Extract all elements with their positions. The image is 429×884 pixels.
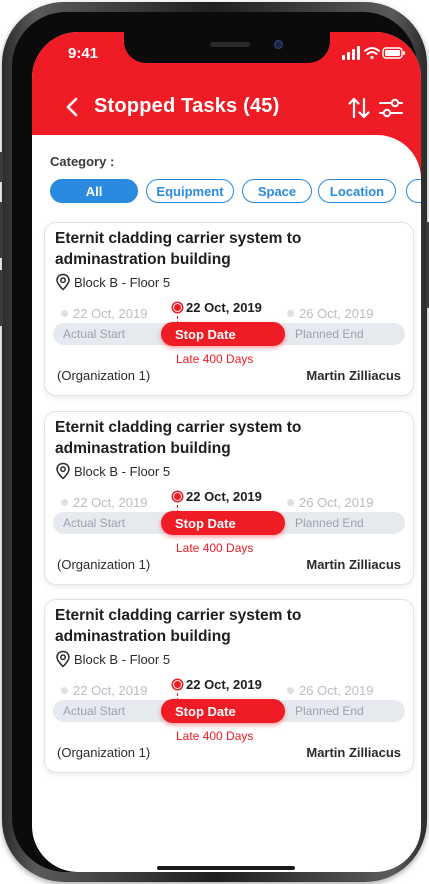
mute-switch xyxy=(0,152,3,182)
actual-start-date-text: 22 Oct, 2019 xyxy=(73,495,148,510)
task-card[interactable]: Eternit cladding carrier system to admin… xyxy=(44,222,414,396)
organization: (Organization 1) xyxy=(57,368,151,383)
page-title: Stopped Tasks (45) xyxy=(94,95,280,117)
actual-start-label: Actual Start xyxy=(63,704,126,718)
volume-up-button xyxy=(0,202,3,258)
map-pin-icon xyxy=(56,650,70,668)
task-card[interactable]: Eternit cladding carrier system to admin… xyxy=(44,599,414,773)
stop-date-text: 22 Oct, 2019 xyxy=(186,677,262,692)
late-days: Late 400 Days xyxy=(176,729,254,743)
actual-start-date-text: 22 Oct, 2019 xyxy=(73,683,148,698)
planned-end-date-text: 26 Oct, 2019 xyxy=(299,495,374,510)
stop-date-pill: Stop Date xyxy=(161,511,285,535)
planned-end-date: 26 Oct, 2019 xyxy=(287,495,373,510)
chevron-left-icon xyxy=(66,97,78,117)
task-title: Eternit cladding carrier system to admin… xyxy=(55,419,302,457)
actual-start-date: 22 Oct, 2019 xyxy=(61,683,147,698)
actual-start-date: 22 Oct, 2019 xyxy=(61,495,147,510)
front-camera xyxy=(274,40,283,49)
planned-end-date: 26 Oct, 2019 xyxy=(287,306,373,321)
category-label: Category : xyxy=(50,154,115,169)
volume-down-button xyxy=(0,270,3,326)
organization: (Organization 1) xyxy=(57,557,151,572)
battery-icon xyxy=(382,47,405,59)
status-icons xyxy=(342,45,406,61)
status-time: 9:41 xyxy=(68,45,99,62)
task-location: Block B - Floor 5 xyxy=(55,462,170,480)
timeline-dot xyxy=(287,310,294,317)
planned-end-label: Planned End xyxy=(295,327,364,341)
stop-date-text: 22 Oct, 2019 xyxy=(186,300,262,315)
planned-end-label: Planned End xyxy=(295,704,364,718)
map-pin-icon xyxy=(56,462,70,480)
stop-date: 22 Oct, 2019 xyxy=(173,677,262,692)
planned-end-label: Planned End xyxy=(295,516,364,530)
actual-start-date: 22 Oct, 2019 xyxy=(61,306,147,321)
stop-date-pill: Stop Date xyxy=(161,322,285,346)
assignee: Martin Zilliacus xyxy=(306,745,401,760)
back-button[interactable] xyxy=(60,92,84,122)
chip-more[interactable] xyxy=(406,179,421,203)
sort-button[interactable] xyxy=(347,95,371,121)
wifi-icon xyxy=(364,47,380,60)
chip-equipment[interactable]: Equipment xyxy=(146,179,234,203)
stop-date-pill: Stop Date xyxy=(161,699,285,723)
timeline-dot xyxy=(61,499,68,506)
sliders-icon xyxy=(379,98,403,118)
screen: 9:41 Stopped Tasks (45) Category: All E… xyxy=(32,32,421,872)
phone-frame: 9:41 Stopped Tasks (45) Category: All E… xyxy=(0,2,429,882)
timeline-dot xyxy=(61,687,68,694)
timeline-dot xyxy=(61,310,68,317)
task-card[interactable]: Eternit cladding carrier system to admin… xyxy=(44,411,414,585)
organization: (Organization 1) xyxy=(57,745,151,760)
category-chips: All Equipment Space Location xyxy=(50,179,421,205)
assignee: Martin Zilliacus xyxy=(306,557,401,572)
chip-all[interactable]: All xyxy=(50,179,138,203)
timeline-dot xyxy=(287,687,294,694)
planned-end-date-text: 26 Oct, 2019 xyxy=(299,683,374,698)
phone-bezel: 9:41 Stopped Tasks (45) Category: All E… xyxy=(12,12,421,872)
actual-start-label: Actual Start xyxy=(63,516,126,530)
signal-icon xyxy=(342,46,360,60)
assignee: Martin Zilliacus xyxy=(306,368,401,383)
chip-location[interactable]: Location xyxy=(318,179,396,203)
actual-start-date-text: 22 Oct, 2019 xyxy=(73,306,148,321)
sort-arrows-icon xyxy=(348,97,370,119)
speaker-grille xyxy=(210,42,250,47)
task-title: Eternit cladding carrier system to admin… xyxy=(55,230,302,268)
stop-marker xyxy=(173,492,182,501)
late-days: Late 400 Days xyxy=(176,352,254,366)
task-location-text: Block B - Floor 5 xyxy=(74,274,171,290)
planned-end-date-text: 26 Oct, 2019 xyxy=(299,306,374,321)
stop-date-text: 22 Oct, 2019 xyxy=(186,489,262,504)
notch xyxy=(124,32,330,63)
stop-marker xyxy=(173,303,182,312)
late-days: Late 400 Days xyxy=(176,541,254,555)
task-location: Block B - Floor 5 xyxy=(55,650,170,668)
planned-end-date: 26 Oct, 2019 xyxy=(287,683,373,698)
map-pin-icon xyxy=(56,273,70,291)
home-indicator[interactable] xyxy=(157,866,295,870)
task-location: Block B - Floor 5 xyxy=(55,273,170,291)
actual-start-label: Actual Start xyxy=(63,327,126,341)
timeline-dot xyxy=(287,499,294,506)
stop-date: 22 Oct, 2019 xyxy=(173,300,262,315)
task-location-text: Block B - Floor 5 xyxy=(74,651,171,667)
task-location-text: Block B - Floor 5 xyxy=(74,463,171,479)
chip-space[interactable]: Space xyxy=(242,179,312,203)
filter-button[interactable] xyxy=(378,96,404,120)
stop-date: 22 Oct, 2019 xyxy=(173,489,262,504)
task-title: Eternit cladding carrier system to admin… xyxy=(55,607,302,645)
stop-marker xyxy=(173,680,182,689)
